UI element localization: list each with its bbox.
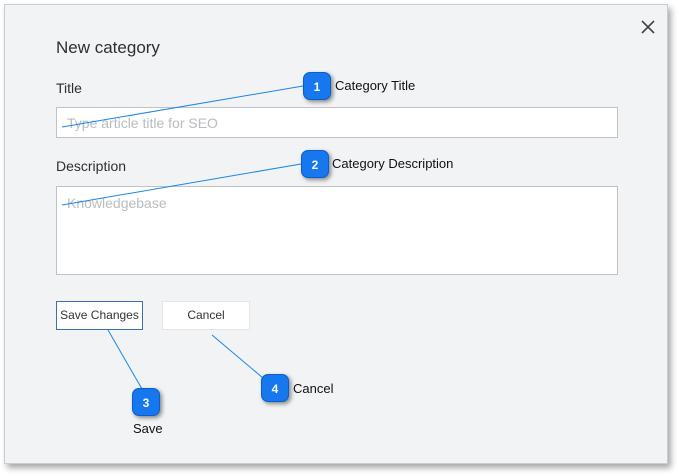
- cancel-button[interactable]: Cancel: [162, 301, 250, 330]
- dialog-title: New category: [56, 38, 160, 57]
- callout-text-3: Save: [133, 421, 163, 436]
- callout-text-2: Category Description: [332, 156, 454, 171]
- callout-badge-2: 2: [301, 150, 329, 178]
- close-icon[interactable]: [638, 17, 658, 37]
- callout-text-4: Cancel: [293, 381, 334, 396]
- save-changes-button[interactable]: Save Changes: [56, 301, 143, 330]
- description-label: Description: [56, 158, 127, 174]
- description-textarea[interactable]: [56, 186, 618, 275]
- callout-badge-1: 1: [303, 72, 331, 100]
- title-input[interactable]: [56, 107, 618, 138]
- callout-text-1: Category Title: [335, 78, 416, 93]
- title-label: Title: [56, 80, 82, 96]
- callout-badge-3: 3: [132, 388, 160, 416]
- callout-badge-4: 4: [261, 374, 289, 402]
